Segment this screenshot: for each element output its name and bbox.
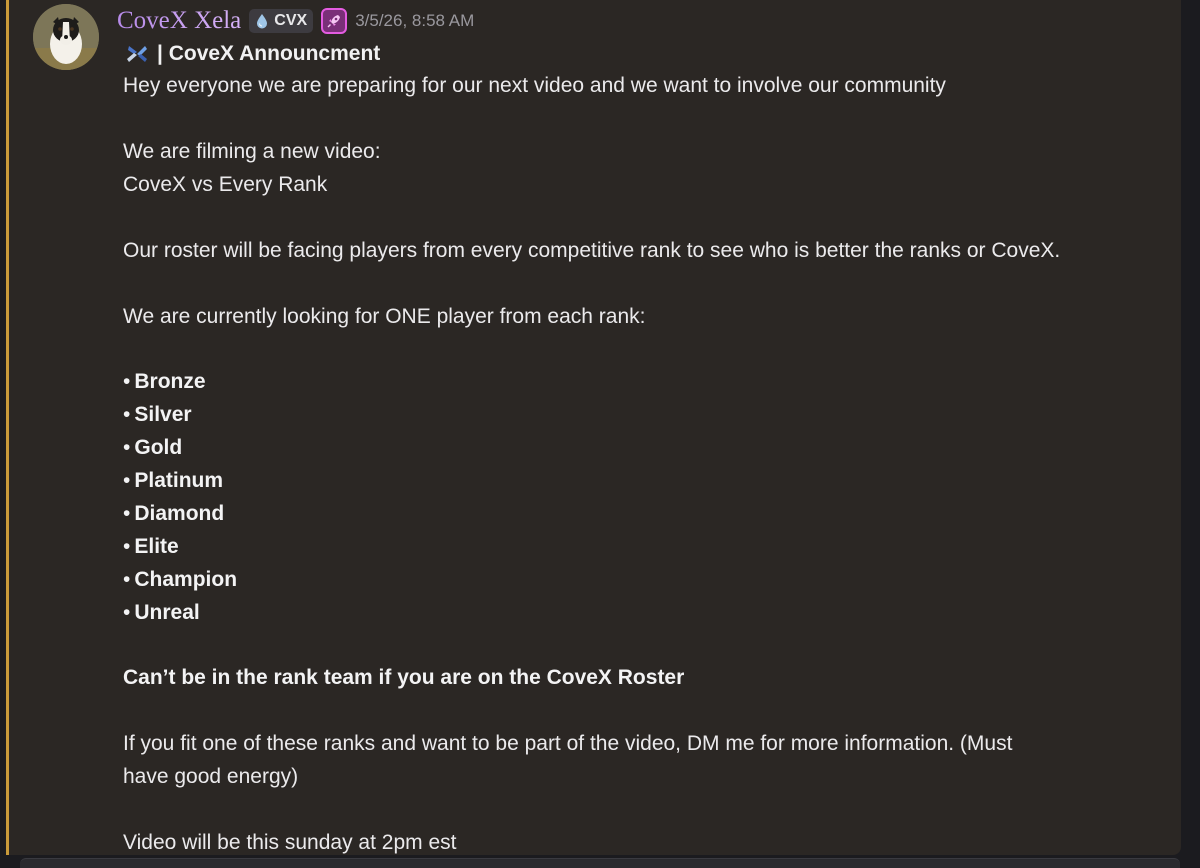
roster-text: Our roster will be facing players from e… (123, 239, 1061, 262)
username[interactable]: CoveX Xela (117, 7, 241, 35)
rank-list-item: • Bronze (123, 370, 206, 393)
looking-text: We are currently looking for ONE player … (123, 305, 646, 328)
contact-text: If you fit one of these ranks and want t… (123, 732, 1013, 755)
dog-avatar-icon (33, 4, 99, 70)
water-drop-icon (257, 14, 268, 29)
intro-text: Hey everyone we are preparing for our ne… (123, 74, 946, 97)
rank-list-item: • Champion (123, 568, 238, 591)
rank-list-item: • Silver (123, 403, 192, 426)
rank-list-item: • Diamond (123, 502, 225, 525)
rocket-icon (327, 15, 341, 28)
booster-badge[interactable] (321, 8, 348, 34)
server-tag[interactable]: CVX (249, 9, 314, 33)
schedule-text: Video will be this sunday at 2pm est (123, 831, 457, 854)
message-timestamp[interactable]: 3/5/26, 8:58 AM (355, 11, 474, 31)
contact-text-continued: have good energy) (123, 765, 299, 788)
announcement-title-text: | CoveX Announcment (157, 42, 381, 65)
rank-list-item: • Elite (123, 535, 179, 558)
announcement-title: | CoveX Announcment (125, 40, 380, 68)
covex-logo-icon (127, 46, 147, 62)
rank-list-item: • Unreal (123, 601, 200, 624)
roster-rule-text: Can’t be in the rank team if you are on … (123, 666, 685, 689)
message-header: CoveX Xela CVX 3/5/26, 8:58 AM (117, 4, 474, 38)
avatar[interactable] (33, 4, 99, 70)
discord-window: CoveX Xela CVX 3/5/26, 8:58 AM | CoveX A… (0, 0, 1200, 868)
video-title-text: CoveX vs Every Rank (123, 173, 328, 196)
rank-list-item: • Platinum (123, 469, 224, 492)
server-tag-label: CVX (274, 12, 308, 29)
chat-message: CoveX Xela CVX 3/5/26, 8:58 AM | CoveX A… (6, 0, 1181, 855)
rank-list-item: • Gold (123, 436, 183, 459)
filming-text: We are filming a new video: (123, 140, 381, 163)
